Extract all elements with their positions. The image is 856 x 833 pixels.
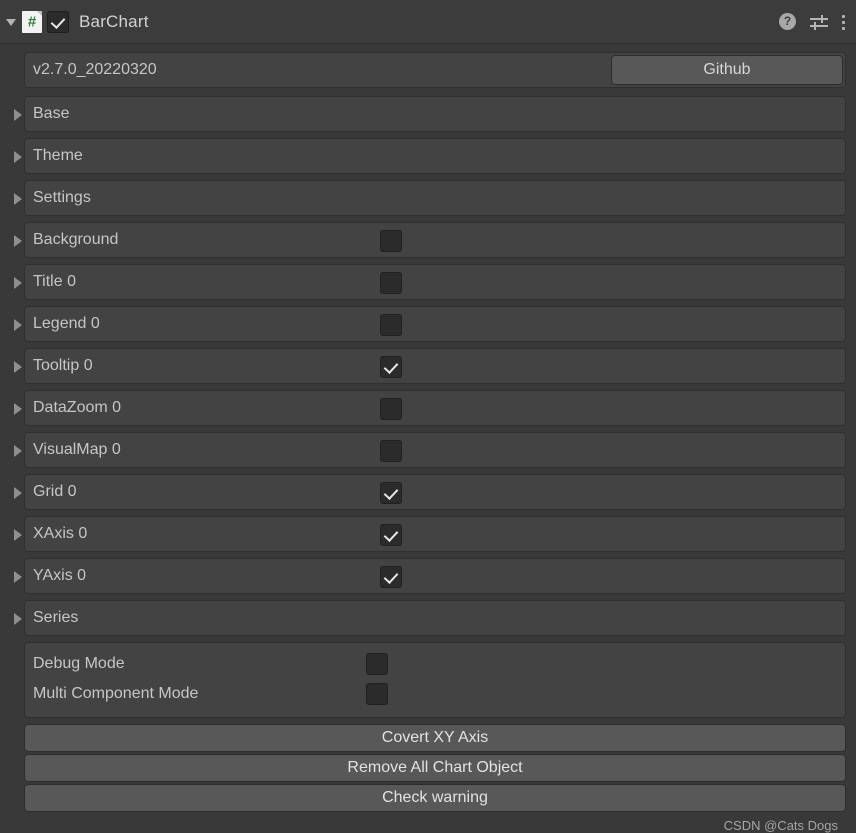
chevron-right-icon[interactable] xyxy=(14,361,22,373)
section-panel[interactable]: Grid 0 xyxy=(24,474,846,510)
section-enabled-checkbox[interactable] xyxy=(380,482,402,504)
chevron-right-icon[interactable] xyxy=(14,445,22,457)
chevron-right-icon[interactable] xyxy=(14,529,22,541)
section-panel[interactable]: XAxis 0 xyxy=(24,516,846,552)
section-row: Title 0 xyxy=(10,264,846,300)
chevron-right-icon[interactable] xyxy=(14,613,22,625)
header-actions: ? xyxy=(779,0,846,43)
section-label: Tooltip 0 xyxy=(33,357,93,374)
watermark: CSDN @Cats Dogs xyxy=(723,818,838,833)
section-label: Title 0 xyxy=(33,273,76,290)
section-panel[interactable]: Base xyxy=(24,96,846,132)
section-row: YAxis 0 xyxy=(10,558,846,594)
section-row: Grid 0 xyxy=(10,474,846,510)
section-row: XAxis 0 xyxy=(10,516,846,552)
mode-row: Multi Component Mode xyxy=(25,679,845,709)
section-enabled-checkbox[interactable] xyxy=(380,398,402,420)
section-enabled-checkbox[interactable] xyxy=(380,566,402,588)
inspector-body: v2.7.0_20220320 Github Base Theme Settings… xyxy=(0,44,856,833)
mode-checkbox[interactable] xyxy=(366,653,388,675)
section-enabled-checkbox[interactable] xyxy=(380,230,402,252)
section-panel[interactable]: Series xyxy=(24,600,846,636)
section-panel[interactable]: YAxis 0 xyxy=(24,558,846,594)
chevron-right-icon[interactable] xyxy=(14,235,22,247)
section-label: Legend 0 xyxy=(33,315,100,332)
section-row: VisualMap 0 xyxy=(10,432,846,468)
section-panel[interactable]: Background xyxy=(24,222,846,258)
section-enabled-checkbox[interactable] xyxy=(380,440,402,462)
section-list: Base Theme Settings Background Title 0 Legend… xyxy=(10,96,846,636)
section-enabled-checkbox[interactable] xyxy=(380,314,402,336)
section-panel[interactable]: DataZoom 0 xyxy=(24,390,846,426)
action-button[interactable]: Covert XY Axis xyxy=(24,724,846,752)
chevron-right-icon[interactable] xyxy=(14,487,22,499)
component-enabled-checkbox[interactable] xyxy=(47,10,69,33)
inspector-window: BarChart ? v2.7.0_20220320 Github Base Th… xyxy=(0,0,856,833)
chevron-right-icon[interactable] xyxy=(14,277,22,289)
section-label: Settings xyxy=(33,189,91,206)
section-label: DataZoom 0 xyxy=(33,399,122,416)
section-panel[interactable]: Legend 0 xyxy=(24,306,846,342)
section-row: Theme xyxy=(10,138,846,174)
preset-icon[interactable] xyxy=(810,14,828,30)
help-icon[interactable]: ? xyxy=(779,13,796,30)
section-row: Background xyxy=(10,222,846,258)
section-label: Theme xyxy=(33,147,83,164)
chevron-right-icon[interactable] xyxy=(14,193,22,205)
section-label: VisualMap 0 xyxy=(33,441,121,458)
github-button[interactable]: Github xyxy=(611,55,843,85)
mode-label: Multi Component Mode xyxy=(33,685,199,702)
chevron-right-icon[interactable] xyxy=(14,109,22,121)
section-enabled-checkbox[interactable] xyxy=(380,356,402,378)
action-button[interactable]: Check warning xyxy=(24,784,846,812)
chevron-right-icon[interactable] xyxy=(14,319,22,331)
triangle-down-icon[interactable] xyxy=(6,19,16,26)
page-title: BarChart xyxy=(79,11,149,31)
mode-label: Debug Mode xyxy=(33,655,125,672)
section-label: YAxis 0 xyxy=(33,567,87,584)
section-label: Series xyxy=(33,609,79,626)
action-button[interactable]: Remove All Chart Object xyxy=(24,754,846,782)
mode-checkbox[interactable] xyxy=(366,683,388,705)
section-row: Base xyxy=(10,96,846,132)
csharp-script-icon xyxy=(22,10,42,33)
section-label: Base xyxy=(33,105,70,122)
section-panel[interactable]: Tooltip 0 xyxy=(24,348,846,384)
section-panel[interactable]: Settings xyxy=(24,180,846,216)
mode-row: Debug Mode xyxy=(25,649,845,679)
more-menu-icon[interactable] xyxy=(842,14,846,30)
section-row: Settings xyxy=(10,180,846,216)
chevron-right-icon[interactable] xyxy=(14,403,22,415)
section-row: Series xyxy=(10,600,846,636)
section-label: Background xyxy=(33,231,119,248)
section-label: XAxis 0 xyxy=(33,525,88,542)
section-row: Tooltip 0 xyxy=(10,348,846,384)
section-row: Legend 0 xyxy=(10,306,846,342)
version-row: v2.7.0_20220320 Github xyxy=(10,52,846,88)
chevron-right-icon[interactable] xyxy=(14,571,22,583)
section-enabled-checkbox[interactable] xyxy=(380,272,402,294)
component-header[interactable]: BarChart ? xyxy=(0,0,856,44)
section-panel[interactable]: VisualMap 0 xyxy=(24,432,846,468)
mode-block: Debug Mode Multi Component Mode xyxy=(24,642,846,718)
section-panel[interactable]: Title 0 xyxy=(24,264,846,300)
section-label: Grid 0 xyxy=(33,483,77,500)
section-row: DataZoom 0 xyxy=(10,390,846,426)
action-button-group: Covert XY Axis Remove All Chart Object Che… xyxy=(24,724,846,812)
chevron-right-icon[interactable] xyxy=(14,151,22,163)
section-enabled-checkbox[interactable] xyxy=(380,524,402,546)
section-panel[interactable]: Theme xyxy=(24,138,846,174)
